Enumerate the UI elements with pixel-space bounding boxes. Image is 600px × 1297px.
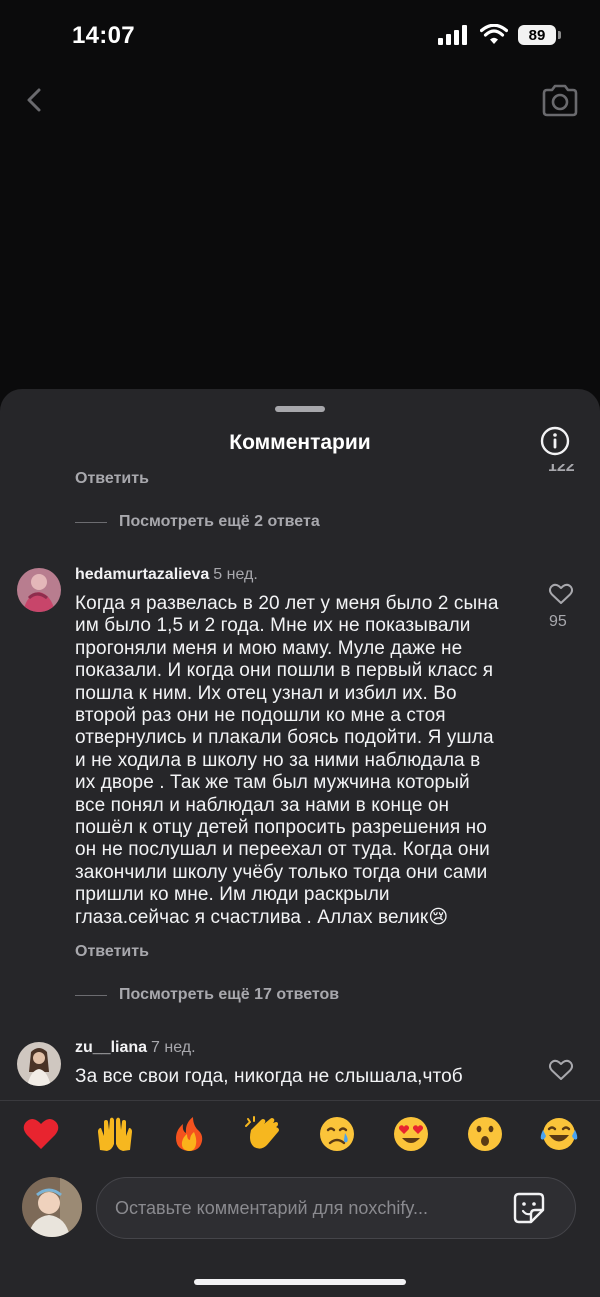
- tears-of-joy-emoji-icon[interactable]: [539, 1114, 579, 1154]
- home-indicator[interactable]: [194, 1279, 406, 1285]
- heart-icon[interactable]: [548, 582, 574, 606]
- battery-indicator: 89: [518, 25, 561, 45]
- cut-like-count: 122: [548, 464, 575, 475]
- comment-text: За все свои года, никогда не слышала,что…: [75, 1066, 525, 1088]
- comment-username[interactable]: hedamurtazalieva: [75, 566, 209, 583]
- comment-composer: [0, 1172, 600, 1252]
- comment-line: второй раз они не подошли ко мне а стоя: [75, 705, 446, 727]
- view-more-replies-label: Посмотреть ещё 17 ответов: [119, 986, 340, 1003]
- signal-icon: [438, 25, 467, 45]
- top-nav: [0, 72, 600, 132]
- comment-line: им было 1,5 и 2 года. Мне их не показыва…: [75, 615, 471, 637]
- comment-line: прогоняли меня и мою маму. Муле даже не: [75, 637, 463, 659]
- comment-line: Когда я развелась в 20 лет у меня было 2…: [75, 593, 499, 614]
- comment-text: Когда я развелась в 20 лет у меня было 2…: [75, 593, 525, 929]
- clapping-hands-emoji-icon[interactable]: [243, 1114, 283, 1154]
- comment-line: все понял и наблюдал за нами в конце он: [75, 794, 450, 816]
- comments-list[interactable]: 122 Ответить Посмотреть ещё 2 ответа hed…: [0, 464, 600, 1100]
- comment-header: hedamurtazalieva 5 нед.: [75, 566, 258, 584]
- back-arrow-icon[interactable]: [18, 82, 54, 118]
- fire-emoji-icon[interactable]: [169, 1114, 209, 1154]
- comment-line: пошла к ним. Их отец узнал и избил их. В…: [75, 682, 457, 704]
- divider-line: [75, 521, 107, 523]
- wifi-icon: [480, 24, 508, 44]
- comment-time: 7 нед.: [151, 1039, 196, 1056]
- comment-line: пошёл к отцу детей попросить разрешения …: [75, 817, 487, 839]
- status-bar: 14:07 89: [0, 0, 600, 72]
- surprised-face-emoji-icon[interactable]: [465, 1114, 505, 1154]
- comment-line: За все свои года, никогда не слышала,что…: [75, 1066, 463, 1087]
- comment-line: их дворе . Так же там был мужчина которы…: [75, 772, 470, 794]
- sheet-title: Комментарии: [229, 431, 371, 454]
- reply-button[interactable]: Ответить: [75, 470, 149, 488]
- avatar[interactable]: [17, 568, 61, 612]
- comment-line: он не послушал и переехал от туда. Когда…: [75, 839, 490, 861]
- sticker-icon[interactable]: [512, 1191, 546, 1225]
- comment-line: показали. И когда они пошли в первый кла…: [75, 660, 494, 682]
- heart-eyes-emoji-icon[interactable]: [391, 1114, 431, 1154]
- my-avatar[interactable]: [22, 1177, 82, 1237]
- sheet-grabber[interactable]: [275, 406, 325, 412]
- like-count: 95: [549, 613, 567, 630]
- comment-line: глаза.сейчас я счастлива . Аллах велик😢: [75, 906, 449, 928]
- comments-sheet: Комментарии 122 Ответить Посмотреть ещё …: [0, 389, 600, 1297]
- comment-header: zu__liana 7 нед.: [75, 1039, 196, 1057]
- reply-button[interactable]: Ответить: [75, 943, 149, 961]
- comment-username[interactable]: zu__liana: [75, 1039, 147, 1056]
- emoji-reaction-bar: [0, 1100, 600, 1173]
- camera-icon[interactable]: [540, 82, 580, 118]
- comment-time: 5 нед.: [213, 566, 258, 583]
- divider-line: [75, 994, 107, 996]
- clock: 14:07: [72, 22, 135, 49]
- view-more-replies[interactable]: Посмотреть ещё 17 ответов: [75, 986, 339, 1004]
- comment-line: и не ходила в школу но за ними наблюдала…: [75, 749, 481, 771]
- comment-line: отвернулись и плакали боясь подойти. Я у…: [75, 727, 494, 749]
- avatar[interactable]: [17, 1042, 61, 1086]
- crying-face-emoji-icon[interactable]: [317, 1114, 357, 1154]
- raising-hands-emoji-icon[interactable]: [95, 1114, 135, 1154]
- comment-line: закончили школу учёбу только тогда они с…: [75, 861, 488, 883]
- red-heart-emoji-icon[interactable]: [21, 1114, 61, 1154]
- comment-line: пришли ко мне. Им люди раскрыли: [75, 884, 390, 906]
- comment-input[interactable]: [96, 1177, 576, 1239]
- view-more-replies-label: Посмотреть ещё 2 ответа: [119, 513, 320, 530]
- status-icons: 89: [438, 24, 561, 46]
- view-more-replies[interactable]: Посмотреть ещё 2 ответа: [75, 513, 320, 531]
- info-icon[interactable]: [540, 426, 570, 456]
- battery-level: 89: [528, 26, 546, 44]
- heart-icon[interactable]: [548, 1058, 574, 1082]
